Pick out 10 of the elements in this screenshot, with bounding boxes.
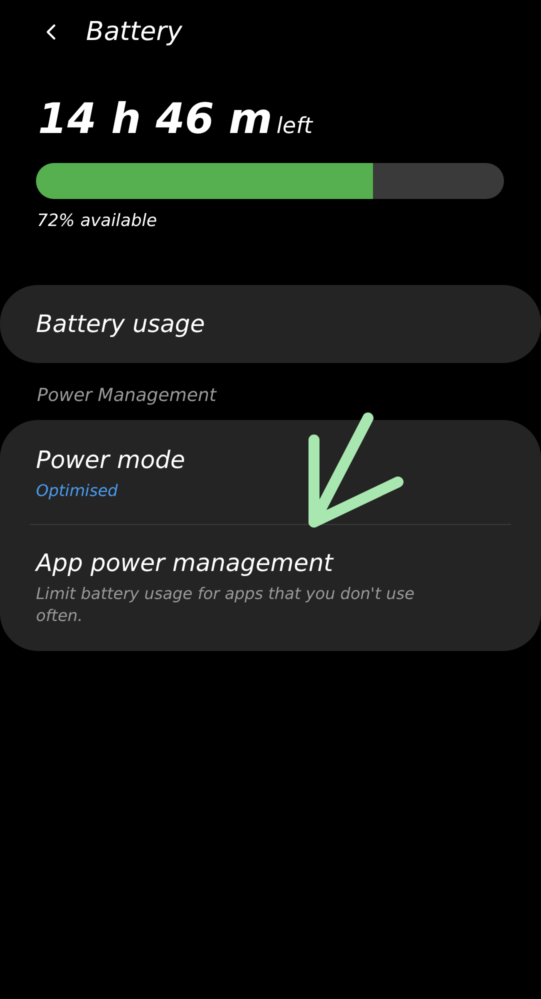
setting-status: Optimised <box>36 480 119 502</box>
setting-title[interactable]: App power management <box>36 549 505 577</box>
section-title: Power Management <box>36 384 218 406</box>
setting-description: Limit battery usage for apps that you don't use often. <box>36 583 416 627</box>
setting-title[interactable]: Power mode <box>36 446 505 474</box>
battery-usage-button[interactable]: Battery usage <box>0 285 541 363</box>
time-left: 14 h 46 m <box>38 94 272 143</box>
battery-available: 72% available <box>36 210 158 231</box>
page-title: Battery <box>86 17 182 47</box>
time-left-suffix: left <box>276 114 312 139</box>
